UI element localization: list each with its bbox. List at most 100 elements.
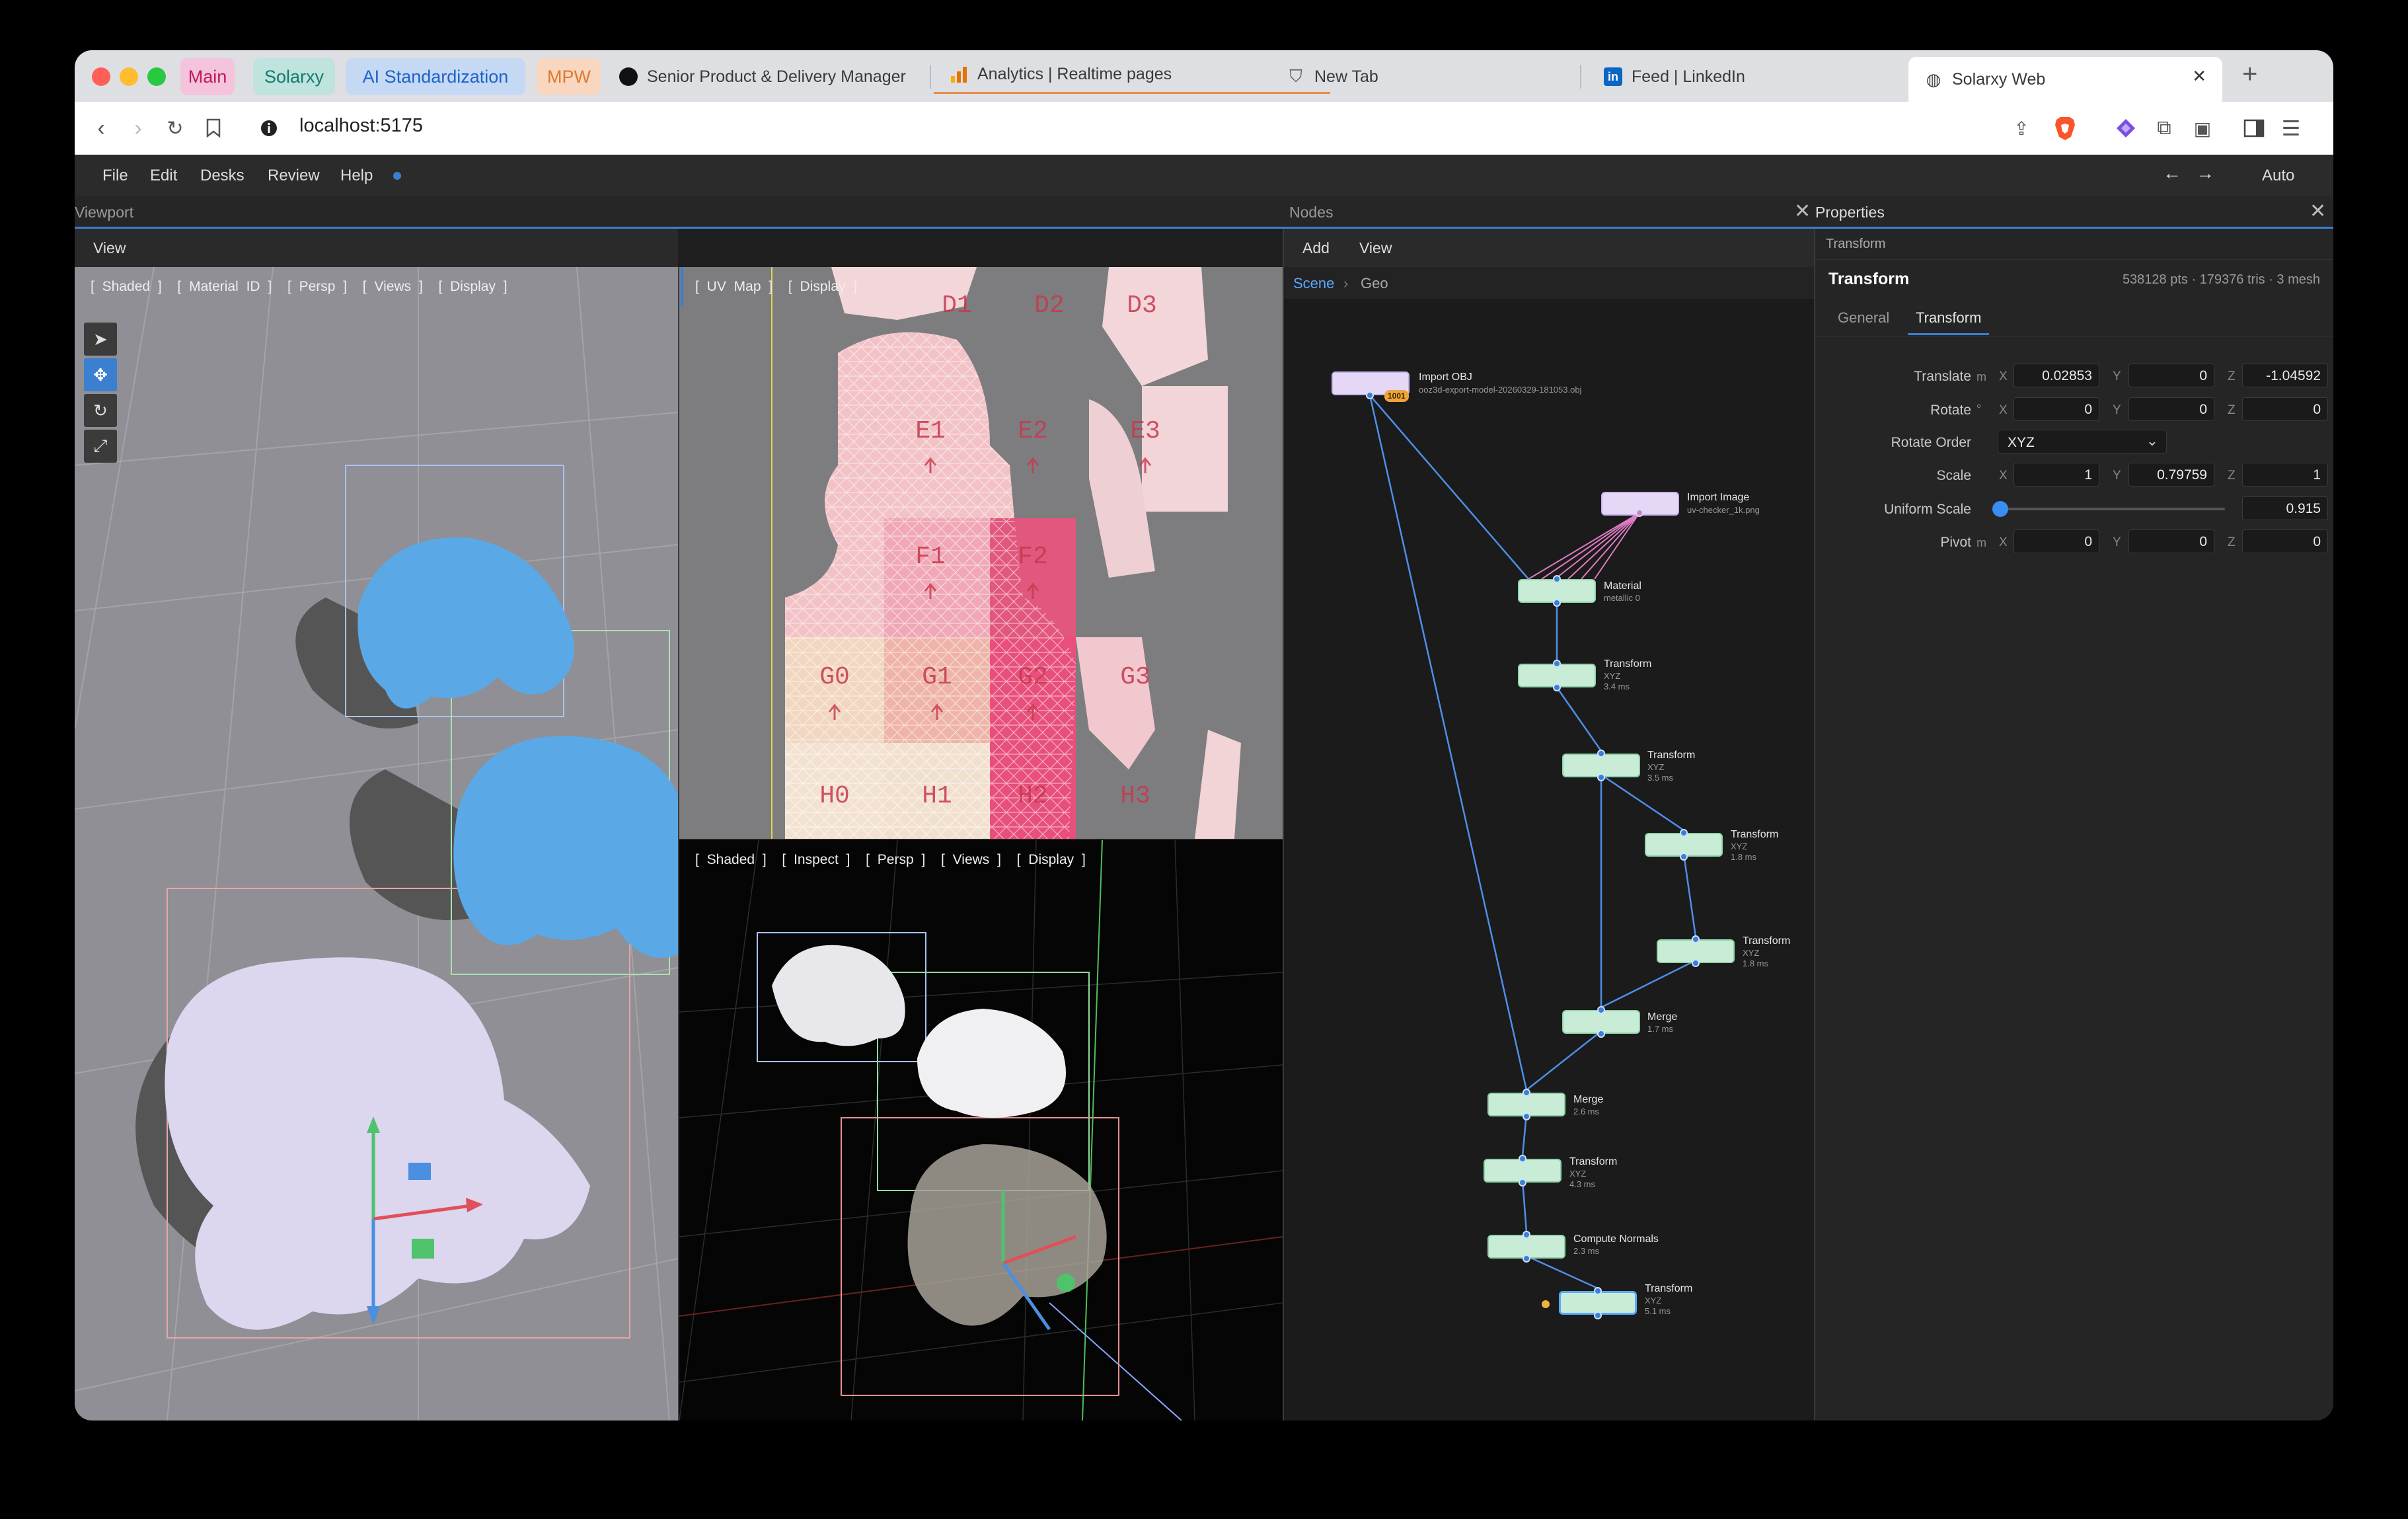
undo-arrow-icon[interactable]: ← [2163,163,2181,184]
pivot-y-field[interactable]: 0 [2128,529,2214,553]
viewport-view-menu[interactable]: View [93,239,126,257]
tab-transform[interactable]: Transform [1908,309,1990,335]
bookmark-icon[interactable] [199,114,228,143]
nodes-view-menu[interactable]: View [1359,239,1392,257]
uv-toolbar[interactable]: [ UV Map ] [ Display ] [695,279,857,295]
scale-y-field[interactable]: 0.79759 [2128,463,2214,487]
node-output-port[interactable] [1680,853,1688,861]
inspect-toolbar[interactable]: [ Shaded ] [ Inspect ] [ Persp ] [ Views… [695,852,1086,868]
reload-icon[interactable]: ↻ [161,114,190,143]
redo-arrow-icon[interactable]: → [2196,163,2214,184]
auto-button[interactable]: Auto [2262,167,2294,185]
brave-shield-icon[interactable] [2051,114,2080,143]
new-tab-button[interactable]: + [2242,59,2257,89]
panel-divider[interactable] [1283,229,1284,1421]
nodes-add-menu[interactable]: Add [1302,239,1330,257]
viewport-toolbar[interactable]: [ Shaded ] [ Material ID ] [ Persp ] [ V… [91,279,508,295]
tab-group-ai-standardization[interactable]: AI Standardization [346,58,525,95]
leo-ai-icon[interactable] [2111,114,2140,143]
node-output-port[interactable] [1597,773,1605,781]
tab-group-label: Solarxy [264,66,324,87]
menu-desks[interactable]: Desks [200,167,245,185]
node-input-port[interactable] [1680,829,1688,837]
node-graph[interactable]: Scene › Geo 1001 Import OBJ ooz3d-export… [1284,267,1815,1421]
node-output-port[interactable] [1553,683,1561,691]
zoom-window-button[interactable] [147,67,166,86]
node-title: Transform [1647,750,1696,761]
select-tool-icon[interactable]: ➤ [84,323,117,356]
forward-icon[interactable]: › [124,114,153,143]
uv-map-viewport[interactable]: D1 D2 D3 E1 E2 E3 F1 F2 G0 G1 G2 G3 H0 H… [679,267,1283,839]
scale-x-field[interactable]: 1 [2013,463,2099,487]
menu-help[interactable]: Help [340,167,373,185]
rotate-order-select[interactable]: XYZ ⌄ [1998,430,2167,453]
node-input-port[interactable] [1597,1006,1605,1014]
node-output-port[interactable] [1553,599,1561,607]
menu-icon[interactable]: ☰ [2276,114,2306,143]
menu-file[interactable]: File [102,167,128,185]
uniform-scale-field[interactable]: 0.915 [2242,496,2328,520]
tab-group-main[interactable]: Main [180,58,235,95]
rotate-z-field[interactable]: 0 [2242,397,2328,421]
node-output-port[interactable] [1366,391,1374,399]
tab-group-label: Main [188,66,227,87]
minimize-window-button[interactable] [120,67,138,86]
scale-z-field[interactable]: 1 [2242,463,2328,487]
pivot-z-field[interactable]: 0 [2242,529,2328,553]
uniform-scale-slider[interactable] [2000,508,2225,510]
node-subtitle: XYZ [1731,841,1748,851]
translate-y-field[interactable]: 0 [2128,364,2214,387]
uniform-scale-slider-handle[interactable] [1992,501,2008,517]
properties-crumb-bar: Transform [1815,229,2333,260]
node-input-port[interactable] [1692,935,1700,943]
move-tool-icon[interactable]: ✥ [84,358,117,391]
node-output-port[interactable] [1692,959,1700,967]
inspect-viewport[interactable]: [ Shaded ] [ Inspect ] [ Persp ] [ Views… [679,840,1283,1421]
main-viewport[interactable]: [ Shaded ] [ Material ID ] [ Persp ] [ V… [75,267,678,1421]
node-output-port[interactable] [1523,1112,1530,1120]
node-input-port[interactable] [1519,1155,1526,1163]
site-info-icon[interactable] [254,114,283,143]
node-output-port[interactable] [1594,1311,1602,1319]
close-panel-icon[interactable]: ✕ [2310,200,2326,223]
pivot-x-field[interactable]: 0 [2013,529,2099,553]
tab-general[interactable]: General [1838,309,1889,327]
share-icon[interactable]: ⇪ [2007,114,2036,143]
display-flag-icon[interactable] [1542,1300,1550,1308]
node-output-port[interactable] [1597,1030,1605,1038]
rotate-tool-icon[interactable]: ↻ [84,394,117,427]
close-tab-icon[interactable]: ✕ [2192,66,2206,87]
viewport-divider[interactable] [678,267,679,1421]
node-input-port[interactable] [1553,575,1561,583]
tab-solarxy-web[interactable]: ◍ Solarxy Web ✕ [1908,57,2222,102]
node-input-port[interactable] [1553,660,1561,668]
tab-divider [930,65,931,89]
node-output-port[interactable] [1636,509,1643,517]
close-panel-icon[interactable]: ✕ [1794,200,1811,223]
url-text[interactable]: localhost:5175 [299,115,423,137]
menu-edit[interactable]: Edit [150,167,177,185]
node-input-port[interactable] [1597,750,1605,758]
rotate-y-field[interactable]: 0 [2128,397,2214,421]
tab-label: New Tab [1314,67,1378,86]
translate-z-field[interactable]: -1.04592 [2242,364,2328,387]
tab-group-mpw[interactable]: MPW [537,58,601,95]
tab-group-solarxy[interactable]: Solarxy [253,58,335,95]
panel-divider[interactable] [1814,229,1815,1421]
node-output-port[interactable] [1519,1179,1526,1187]
nodes-panel-header: Nodes ✕ [1284,196,1815,229]
sidebar-toggle-icon[interactable] [2239,114,2269,143]
extensions-icon[interactable]: ⧉ [2150,114,2179,143]
node-input-port[interactable] [1594,1287,1602,1295]
node-input-port[interactable] [1523,1231,1530,1239]
wallet-icon[interactable]: ▣ [2188,114,2217,143]
node-input-port[interactable] [1523,1089,1530,1097]
translate-x-field[interactable]: 0.02853 [2013,364,2099,387]
menu-review[interactable]: Review [268,167,320,185]
scale-tool-icon[interactable]: ⤢ [84,430,117,463]
analytics-icon [950,65,968,84]
close-window-button[interactable] [92,67,110,86]
rotate-x-field[interactable]: 0 [2013,397,2099,421]
back-icon[interactable]: ‹ [87,114,116,143]
node-output-port[interactable] [1523,1255,1530,1263]
